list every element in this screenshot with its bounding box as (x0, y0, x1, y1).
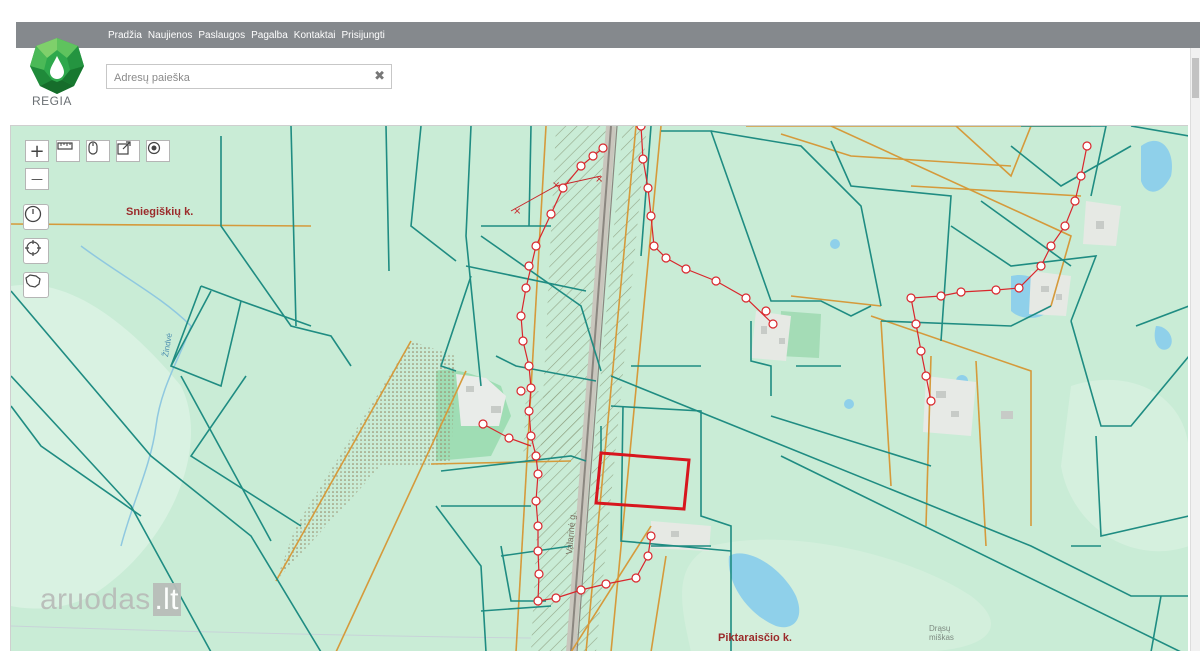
clear-search-icon[interactable]: ✖ (374, 69, 385, 83)
nav-item-home[interactable]: Pradžia (108, 30, 142, 41)
scrollbar-thumb[interactable] (1192, 58, 1199, 98)
history-button[interactable] (23, 204, 49, 230)
share-icon (117, 141, 131, 155)
village-label: Piktaraisčio k. (718, 632, 792, 644)
export-button[interactable] (116, 140, 140, 162)
aruodas-watermark: aruodas .lt (40, 583, 181, 617)
address-search-box: ✖ (106, 64, 392, 89)
nav-item-contacts[interactable]: Kontaktai (294, 30, 336, 41)
watermark-domain: .lt (152, 583, 181, 616)
address-search-input[interactable] (112, 66, 366, 89)
nav-item-help[interactable]: Pagalba (251, 30, 288, 41)
hatched-parcel (523, 391, 581, 461)
nav-item-login[interactable]: Prisijungti (342, 30, 385, 41)
map-canvas: × × × (11, 126, 1188, 651)
village-label: Sniegiškių k. (126, 206, 194, 218)
yard-area (751, 311, 791, 361)
pond (830, 239, 840, 249)
zoom-out-button[interactable]: — (25, 168, 49, 190)
page-scrollbar[interactable] (1190, 48, 1200, 651)
clock-icon (24, 205, 42, 223)
country-extent-button[interactable] (23, 272, 49, 298)
crosshair-icon (25, 240, 41, 256)
lithuania-map-icon (25, 274, 41, 288)
yard-area (1029, 271, 1071, 316)
target-button[interactable] (146, 140, 170, 162)
watermark-text: aruodas (40, 583, 151, 616)
yard-area (923, 376, 976, 436)
main-navigation: Pradžia Naujienos Paslaugos Pagalba Kont… (108, 22, 391, 48)
logo-text: REGIA (32, 94, 72, 108)
zoom-in-button[interactable]: + (25, 140, 49, 162)
forest-label: Drąsų miškas (929, 624, 954, 642)
mouse-icon (88, 141, 98, 155)
ruler-icon (57, 142, 73, 150)
cross-marker: × (513, 206, 521, 217)
logo-gem-icon (30, 38, 84, 94)
record-icon (147, 141, 161, 155)
measure-button[interactable] (56, 140, 80, 162)
locate-button[interactable] (23, 238, 49, 264)
pond (844, 399, 854, 409)
identify-button[interactable] (86, 140, 110, 162)
nav-item-services[interactable]: Paslaugos (198, 30, 245, 41)
cadastral-map[interactable]: × × × Sniegiškių k. Piktaraisčio k. Vala… (10, 125, 1188, 651)
cross-marker: × (595, 174, 603, 185)
nav-item-news[interactable]: Naujienos (148, 30, 192, 41)
